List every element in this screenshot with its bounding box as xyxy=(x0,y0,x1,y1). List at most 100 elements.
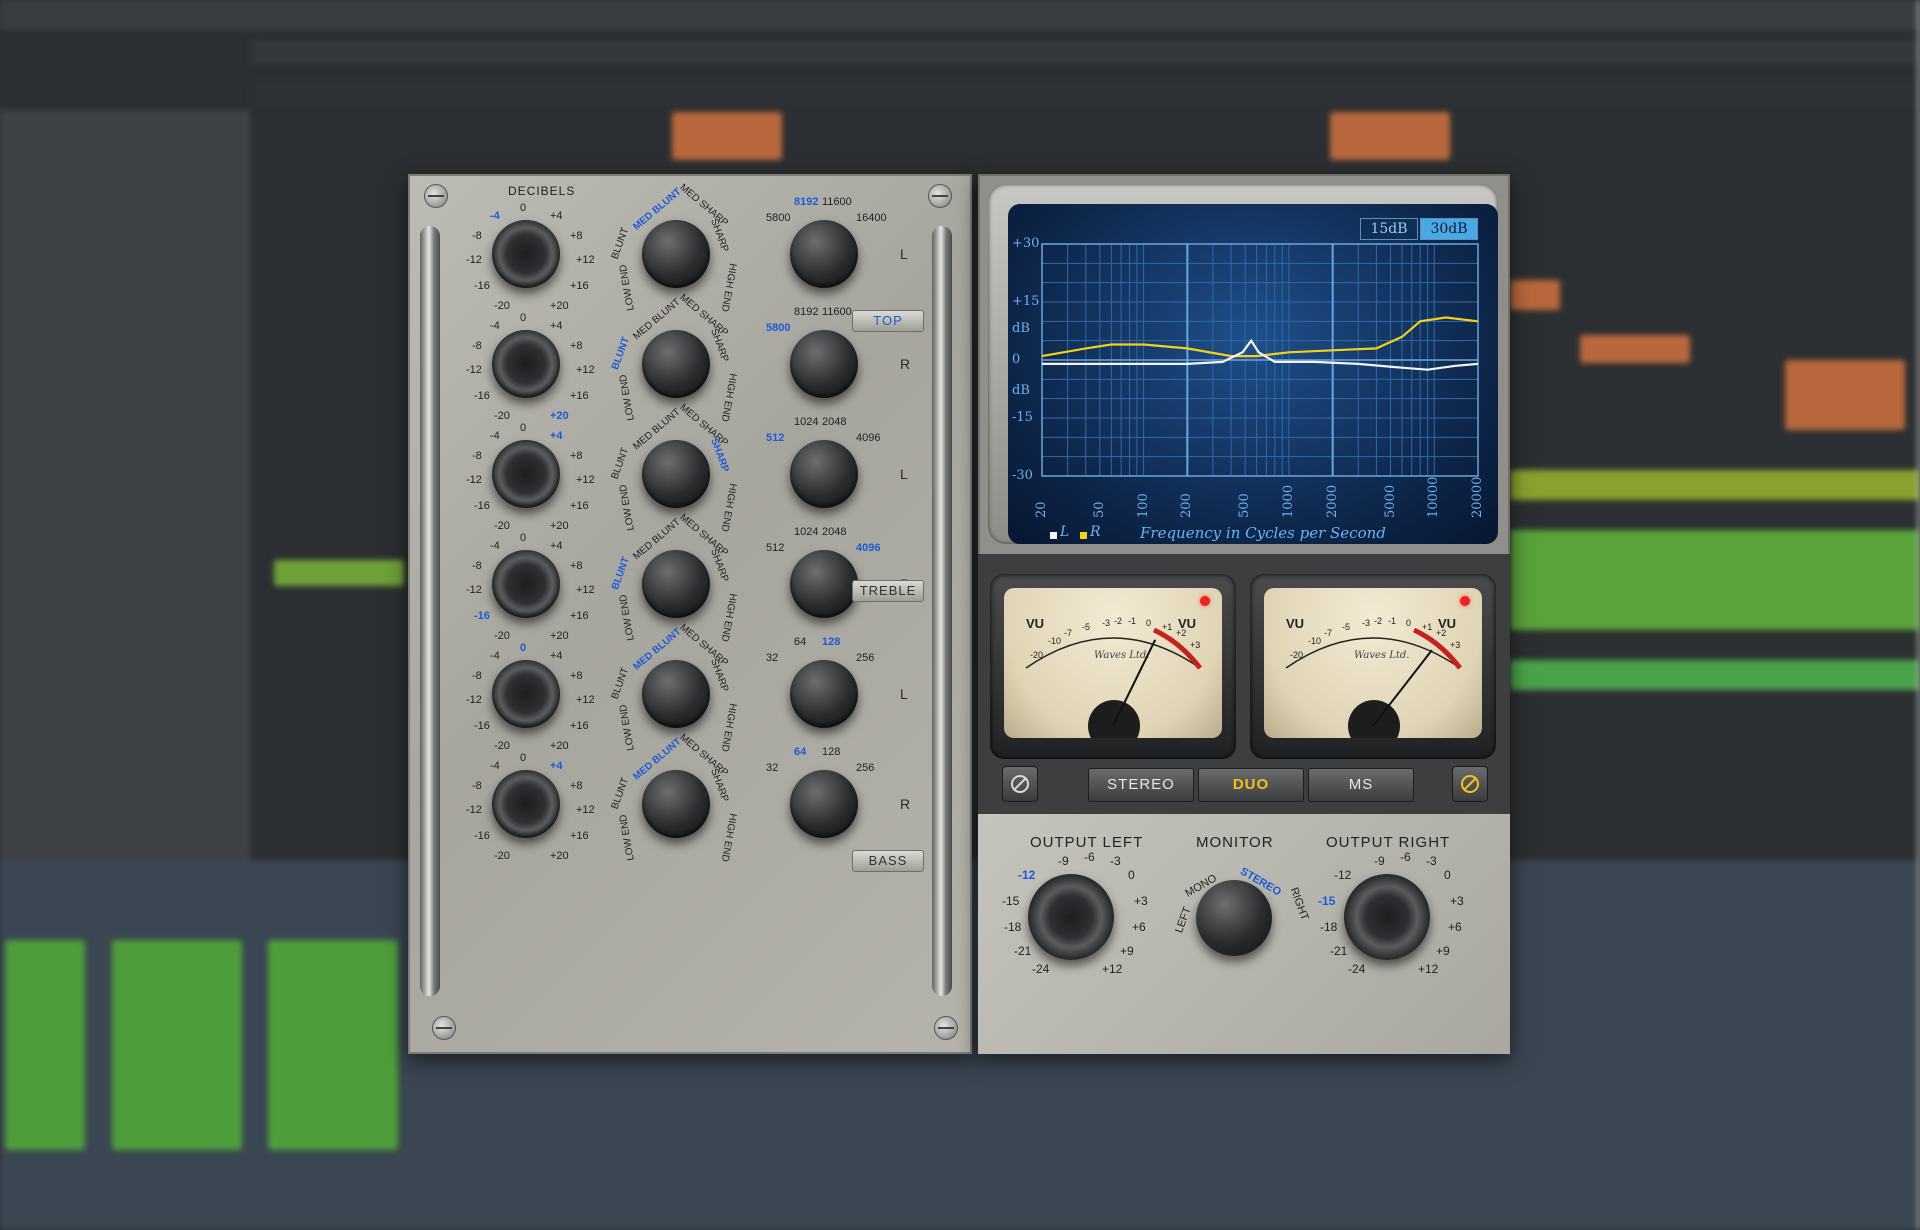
vu-scale-mark: -10 xyxy=(1308,636,1322,646)
y-axis-label: +15 xyxy=(1012,294,1040,309)
frequency-tick: 32 xyxy=(766,652,779,664)
clip xyxy=(1580,335,1690,363)
vu-brand: Waves Ltd. xyxy=(1094,650,1150,661)
vu-scale-mark: -1 xyxy=(1128,616,1137,626)
gain-knob[interactable] xyxy=(492,770,560,838)
gain-tick: -4 xyxy=(490,210,500,222)
gain-tick: -4 xyxy=(490,760,500,772)
frequency-knob[interactable] xyxy=(790,330,858,398)
shape-knob[interactable] xyxy=(642,440,710,508)
vu-meter-left: -20 -10 -7 -5 -3 -2 -1 0 +1 +2 +3 VU VU Waves Ltd. xyxy=(990,574,1236,759)
x-axis-label: 200 xyxy=(1179,493,1195,518)
shape-tick: BLUNT xyxy=(609,776,632,811)
frequency-knob[interactable] xyxy=(790,440,858,508)
gain-tick: -16 xyxy=(474,280,490,292)
vu-face: -20 -10 -7 -5 -3 -2 -1 0 +1 +2 +3 VU VU Waves Ltd. xyxy=(1264,588,1482,738)
frequency-tick: 8192 xyxy=(794,306,819,318)
bass-section-button[interactable]: BASS xyxy=(852,850,924,872)
gain-tick: -12 xyxy=(466,474,482,486)
output-right-knob[interactable] xyxy=(1344,874,1430,960)
frequency-tick: 16400 xyxy=(856,212,887,224)
output-right-tick: +6 xyxy=(1448,920,1462,934)
frequency-tick: 256 xyxy=(856,652,875,664)
vu-scale-mark: -7 xyxy=(1324,628,1333,638)
gain-knob-cell: 0 +4 +8 +12 +16 +20 -20 -16 -12 -8 -4 xyxy=(462,740,595,870)
vu-scale-mark: -2 xyxy=(1114,616,1123,626)
gain-tick: -12 xyxy=(466,364,482,376)
shape-tick: LOW END xyxy=(617,813,637,862)
vu-scale-mark: 0 xyxy=(1406,618,1412,628)
frequency-tick: 1024 xyxy=(794,416,819,428)
gain-knob[interactable] xyxy=(492,660,560,728)
clip xyxy=(1785,360,1905,430)
output-right-title: OUTPUT RIGHT xyxy=(1326,834,1451,851)
frequency-knob[interactable] xyxy=(790,220,858,288)
vu-scale-mark: -2 xyxy=(1374,616,1383,626)
frequency-tick: 8192 xyxy=(794,196,819,208)
stereo-mode-button[interactable]: STEREO xyxy=(1088,768,1194,802)
eq-plugin-window: DECIBELS 0 +4 +8 +12 +16 +20 -20 -16 -12 -8 -4 BLUN… xyxy=(408,174,1510,1054)
screw xyxy=(432,1016,456,1040)
gain-tick: +16 xyxy=(570,280,589,292)
gain-tick: +20 xyxy=(550,850,569,862)
shape-knob[interactable] xyxy=(642,550,710,618)
gain-tick: -8 xyxy=(472,670,482,682)
gain-tick: -4 xyxy=(490,430,500,442)
monitor-knob[interactable] xyxy=(1196,880,1272,956)
bypass-icon xyxy=(1011,775,1029,793)
vu-scale-mark: +3 xyxy=(1450,640,1461,650)
eq-graph-svg xyxy=(1041,243,1479,477)
vu-scale-mark: -20 xyxy=(1290,650,1304,660)
output-right-tick: -24 xyxy=(1348,962,1366,976)
treble-section-button[interactable]: TREBLE xyxy=(852,580,924,602)
x-axis-label: 50 xyxy=(1091,501,1107,518)
gain-tick: +8 xyxy=(570,340,583,352)
gain-knob[interactable] xyxy=(492,440,560,508)
scale-30db-button[interactable]: 30dB xyxy=(1420,218,1478,240)
output-right-tick: -21 xyxy=(1330,944,1348,958)
frequency-knob[interactable] xyxy=(790,550,858,618)
gain-tick: -16 xyxy=(474,390,490,402)
output-left-tick: +9 xyxy=(1120,944,1134,958)
vu-scale-mark: -3 xyxy=(1362,618,1371,628)
shape-knob[interactable] xyxy=(642,660,710,728)
gain-tick: -4 xyxy=(490,320,500,332)
shape-knob[interactable] xyxy=(642,330,710,398)
vu-label-right: VU xyxy=(1178,616,1197,631)
vu-label-left: VU xyxy=(1026,616,1045,631)
shape-knob[interactable] xyxy=(642,220,710,288)
scale-15db-button[interactable]: 15dB xyxy=(1360,218,1418,240)
frequency-knob[interactable] xyxy=(790,770,858,838)
duo-mode-button[interactable]: DUO xyxy=(1198,768,1304,802)
gain-knob[interactable] xyxy=(492,220,560,288)
gain-tick: 0 xyxy=(520,532,527,544)
channel-label: L xyxy=(900,686,908,702)
bypass-left-button[interactable] xyxy=(1002,766,1038,802)
y-axis-label: dB xyxy=(1012,382,1030,398)
gain-tick: +4 xyxy=(550,760,563,772)
frequency-knob[interactable] xyxy=(790,660,858,728)
vu-scale-mark: -10 xyxy=(1048,636,1062,646)
gain-tick: 0 xyxy=(520,642,527,654)
gain-knob[interactable] xyxy=(492,550,560,618)
gain-tick: -8 xyxy=(472,780,482,792)
ms-mode-button[interactable]: MS xyxy=(1308,768,1414,802)
output-right-tick: -15 xyxy=(1318,894,1336,908)
shape-knob[interactable] xyxy=(642,770,710,838)
x-axis-label: 5000 xyxy=(1382,484,1398,518)
frequency-tick: 4096 xyxy=(856,432,881,444)
vu-meter-section: -20 -10 -7 -5 -3 -2 -1 0 +1 +2 +3 VU VU Waves Ltd.… xyxy=(978,554,1510,814)
output-right-tick: -3 xyxy=(1426,854,1437,868)
gain-tick: +16 xyxy=(570,720,589,732)
top-section-button[interactable]: TOP xyxy=(852,310,924,332)
shape-tick: BLUNT xyxy=(609,555,632,592)
gain-knob[interactable] xyxy=(492,330,560,398)
vu-scale-mark: +1 xyxy=(1422,622,1433,632)
y-axis-label: 0 xyxy=(1012,352,1021,367)
frequency-tick: 128 xyxy=(822,636,841,648)
gain-tick: +16 xyxy=(570,500,589,512)
bypass-right-button[interactable] xyxy=(1452,766,1488,802)
output-left-knob[interactable] xyxy=(1028,874,1114,960)
gain-tick: -8 xyxy=(472,230,482,242)
gain-tick: +4 xyxy=(550,320,563,332)
